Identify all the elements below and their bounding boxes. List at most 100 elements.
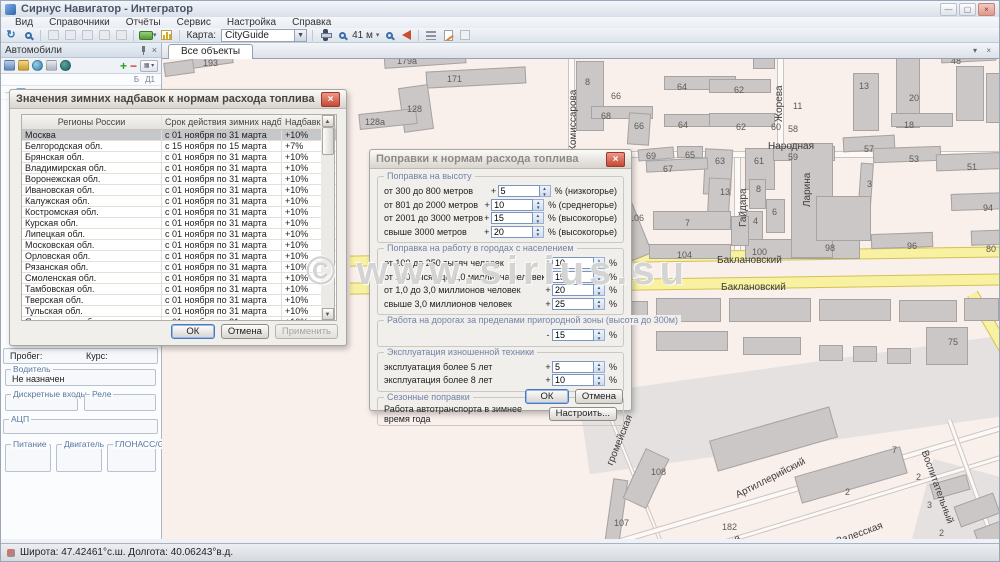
spinner-buttons[interactable]: ▲▼ (594, 329, 605, 341)
spinner-buttons[interactable]: ▲▼ (594, 374, 605, 386)
winter-dialog-title: Значения зимних надбавок к нормам расход… (16, 93, 321, 105)
remove-vehicle-button[interactable]: − (130, 61, 137, 71)
corrections-close-icon[interactable]: × (606, 152, 625, 167)
spinner-buttons[interactable]: ▲▼ (594, 298, 605, 310)
spin-input[interactable] (552, 284, 594, 296)
winter-table-row[interactable]: Орловская обл.с 01 ноября по 31 марта+10… (22, 251, 336, 262)
spinner-buttons[interactable]: ▲▼ (594, 284, 605, 296)
winter-table-scrollbar[interactable]: ▲ ▼ (321, 114, 335, 321)
winter-cell: Белгородская обл. (22, 141, 162, 151)
winter-table-row[interactable]: Брянская обл.с 01 ноября по 31 марта+10% (22, 152, 336, 163)
photo-icon[interactable] (46, 60, 57, 71)
spin-input[interactable] (491, 199, 533, 211)
go-home-icon[interactable] (399, 29, 413, 42)
menu-item-4[interactable]: Настройка (219, 17, 284, 28)
zoom-in-icon[interactable] (335, 29, 349, 42)
configure-button[interactable]: Настроить... (549, 407, 617, 421)
winter-table-row[interactable]: Московская обл.с 01 ноября по 31 марта+1… (22, 240, 336, 251)
spinner-buttons[interactable]: ▲▼ (594, 257, 605, 269)
spinner-buttons[interactable]: ▲▼ (594, 361, 605, 373)
winter-table-row[interactable]: Владимирская обл.с 01 ноября по 31 марта… (22, 163, 336, 174)
search-icon[interactable] (21, 29, 35, 42)
spinner-buttons[interactable]: ▲▼ (594, 271, 605, 283)
close-button[interactable]: × (978, 3, 995, 16)
spin-input[interactable] (491, 226, 533, 238)
winter-table-row[interactable]: Воронежская обл.с 01 ноября по 31 марта+… (22, 174, 336, 185)
minimize-button[interactable]: — (940, 3, 957, 16)
winter-table-row[interactable]: Калужская обл.с 01 ноября по 31 марта+10… (22, 196, 336, 207)
menu-item-5[interactable]: Справка (284, 17, 339, 28)
spinner-buttons[interactable]: ▲▼ (533, 212, 544, 224)
menu-item-3[interactable]: Сервис (169, 17, 219, 28)
spin-input[interactable] (552, 329, 594, 341)
zoom-caret-icon[interactable]: ▾ (376, 31, 380, 39)
spinner-buttons[interactable]: ▲▼ (533, 226, 544, 238)
winter-cell: с 01 ноября по 31 марта (162, 207, 282, 217)
list-icon[interactable] (424, 29, 438, 42)
corrections-ok-button[interactable]: ОК (525, 389, 569, 404)
winter-table-row[interactable]: Белгородская обл.с 15 ноября по 15 марта… (22, 141, 336, 152)
vehicle-track-icon[interactable]: ▾ (139, 29, 157, 42)
winter-cell: +10% (282, 262, 322, 272)
corrections-cancel-button[interactable]: Отмена (575, 389, 623, 404)
winter-cell: Курская обл. (22, 218, 162, 228)
refresh-icon[interactable]: ↻ (4, 29, 18, 42)
winter-table-row[interactable]: Тульская обл.с 01 ноября по 31 марта+10% (22, 306, 336, 317)
find-vehicle-icon[interactable] (4, 60, 15, 71)
scroll-down-icon[interactable]: ▼ (322, 308, 334, 320)
map-building (743, 337, 801, 355)
spin-input[interactable] (552, 374, 594, 386)
globe-icon[interactable] (60, 60, 71, 71)
spin-input[interactable] (552, 257, 594, 269)
scroll-thumb[interactable] (322, 127, 334, 155)
menu-item-0[interactable]: Вид (7, 17, 41, 28)
winter-table-row[interactable]: Москвас 01 ноября по 31 марта+10% (22, 130, 336, 141)
map-select[interactable]: CityGuide ▼ (221, 29, 307, 42)
zoom-out-icon[interactable] (382, 29, 396, 42)
zoom-level[interactable]: 41 м (352, 30, 373, 41)
scale-slider-icon[interactable] (318, 29, 332, 42)
spin-input[interactable] (498, 185, 540, 197)
spin-input[interactable] (552, 271, 594, 283)
winter-table-row[interactable]: Смоленская обл.с 01 ноября по 31 марта+1… (22, 273, 336, 284)
house-number-label: 7 (892, 445, 897, 455)
tab-close-icon[interactable]: × (986, 46, 991, 55)
panel-close-icon[interactable]: × (152, 46, 157, 55)
spin-input[interactable] (552, 298, 594, 310)
add-vehicle-button[interactable]: + (120, 61, 127, 71)
spin-input[interactable] (552, 361, 594, 373)
winter-cell: +10% (282, 240, 322, 250)
pin-icon[interactable] (139, 46, 148, 55)
spin-row: от 250 тысяч до 1,0 миллиона человек+▲▼% (384, 271, 617, 284)
spin-row-suffix: % (609, 299, 617, 309)
show-on-map-icon[interactable] (32, 60, 43, 71)
scroll-up-icon[interactable]: ▲ (322, 115, 334, 127)
tab-all-objects[interactable]: Все объекты (168, 44, 253, 59)
chevron-down-icon[interactable]: ▼ (294, 30, 306, 41)
winter-table-row[interactable]: Курская обл.с 01 ноября по 31 марта+10% (22, 218, 336, 229)
spin-input[interactable] (491, 212, 533, 224)
winter-table-row[interactable]: Ивановская обл.с 01 ноября по 31 марта+1… (22, 185, 336, 196)
winter-table-row[interactable]: Рязанская обл.с 01 ноября по 31 марта+10… (22, 262, 336, 273)
compose-icon[interactable] (441, 29, 455, 42)
house-number-label: 179а (397, 59, 417, 66)
spinner-buttons[interactable]: ▲▼ (533, 199, 544, 211)
winter-cancel-button[interactable]: Отмена (221, 324, 269, 339)
edit-vehicle-icon[interactable] (18, 60, 29, 71)
winter-table-row[interactable]: Ярославская обл.с 01 ноября по 31 марта+… (22, 317, 336, 320)
winter-table-row[interactable]: Липецкая обл.с 01 ноября по 31 марта+10% (22, 229, 336, 240)
view-dropdown[interactable]: ▦ ▾ (140, 60, 158, 72)
winter-ok-button[interactable]: ОК (171, 324, 215, 339)
winter-table-row[interactable]: Тамбовская обл.с 01 ноября по 31 марта+1… (22, 284, 336, 295)
tab-dropdown-icon[interactable]: ▾ (973, 46, 977, 55)
winter-close-icon[interactable]: × (321, 92, 340, 107)
winter-table-row[interactable]: Тверская обл.с 01 ноября по 31 марта+10% (22, 295, 336, 306)
winter-table-row[interactable]: Костромская обл.с 01 ноября по 31 марта+… (22, 207, 336, 218)
menu-item-2[interactable]: Отчёты (118, 17, 169, 28)
menu-item-1[interactable]: Справочники (41, 17, 118, 28)
spinner-buttons[interactable]: ▲▼ (540, 185, 551, 197)
chart-icon[interactable] (160, 29, 174, 42)
maximize-button[interactable]: ▢ (959, 3, 976, 16)
spin-row: эксплуатация более 8 лет+▲▼% (384, 374, 617, 387)
winter-cell: Владимирская обл. (22, 163, 162, 173)
